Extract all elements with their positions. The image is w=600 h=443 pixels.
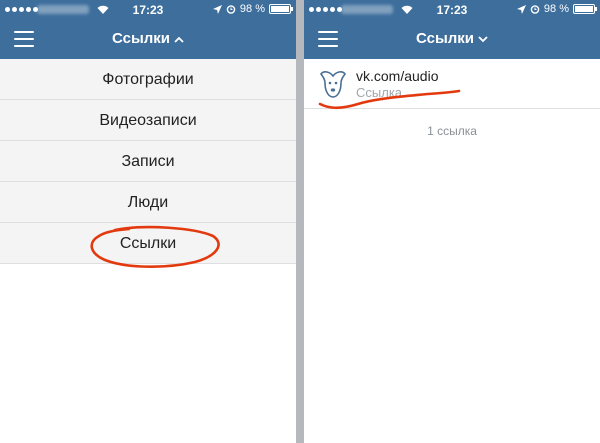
link-url[interactable]: vk.com/audio bbox=[356, 68, 438, 84]
link-row[interactable]: vk.com/audio Ссылка bbox=[304, 59, 600, 109]
location-icon bbox=[212, 4, 222, 14]
screens-divider bbox=[296, 0, 304, 443]
vk-dog-icon bbox=[320, 71, 346, 98]
nav-title-dropdown[interactable]: Ссылки bbox=[0, 30, 296, 47]
menu-item-photos[interactable]: Фотографии bbox=[0, 59, 296, 100]
chevron-up-icon bbox=[174, 36, 184, 43]
right-screen: 17:23 98 % Ссылки vk.com/audio Ссылка 1 … bbox=[304, 0, 600, 443]
alarm-icon bbox=[530, 5, 540, 14]
chevron-down-icon bbox=[478, 35, 488, 42]
status-bar: 17:23 98 % bbox=[304, 0, 600, 20]
battery-icon bbox=[269, 4, 293, 14]
menu-item-links[interactable]: Ссылки bbox=[0, 223, 296, 264]
links-count: 1 ссылка bbox=[427, 124, 477, 138]
left-screen: 17:23 98 % Ссылки Фотографии Видеозаписи… bbox=[0, 0, 296, 443]
nav-bar: Ссылки bbox=[0, 20, 296, 59]
section-menu: Фотографии Видеозаписи Записи Люди Ссылк… bbox=[0, 59, 296, 264]
nav-title: Ссылки bbox=[111, 30, 171, 47]
status-bar: 17:23 98 % bbox=[0, 0, 296, 20]
battery-icon bbox=[573, 4, 597, 14]
link-subtitle: Ссылка bbox=[356, 85, 403, 100]
menu-item-posts[interactable]: Записи bbox=[0, 141, 296, 182]
battery-percent: 98 % bbox=[543, 3, 569, 15]
location-icon bbox=[516, 4, 526, 14]
nav-title-dropdown[interactable]: Ссылки bbox=[304, 30, 600, 47]
nav-title: Ссылки bbox=[415, 30, 475, 47]
menu-item-videos[interactable]: Видеозаписи bbox=[0, 100, 296, 141]
nav-bar: Ссылки bbox=[304, 20, 600, 59]
menu-item-people[interactable]: Люди bbox=[0, 182, 296, 223]
battery-percent: 98 % bbox=[239, 3, 265, 15]
alarm-icon bbox=[226, 5, 236, 14]
